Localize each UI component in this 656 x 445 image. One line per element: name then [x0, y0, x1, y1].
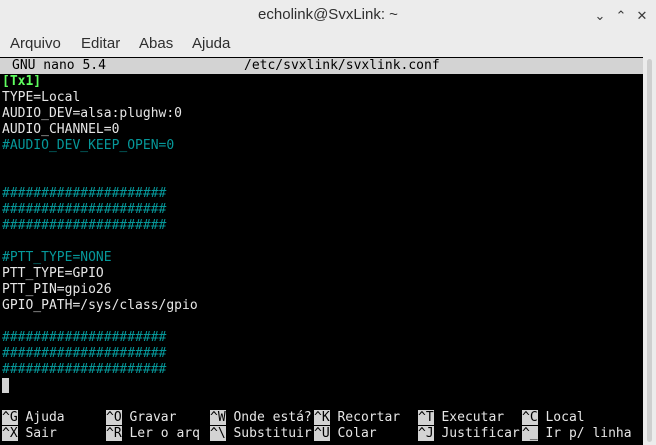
shortcut-key: ^U [314, 426, 330, 441]
title-bar[interactable]: echolink@SvxLink: ~ ⌄ ⌃ ✕ [0, 0, 656, 32]
maximize-icon[interactable]: ⌃ [612, 7, 630, 25]
editor-line[interactable]: ##################### [2, 202, 166, 218]
shortcut-key: ^W [210, 410, 226, 425]
editor-line[interactable]: ##################### [2, 346, 166, 362]
shortcut-key: ^J [418, 426, 434, 441]
shortcut-label: Justificar [441, 426, 520, 441]
menu-ajuda[interactable]: Ajuda [192, 35, 230, 52]
editor-line[interactable]: ##################### [2, 362, 166, 378]
shortcut-key: ^\ [210, 426, 226, 441]
editor-line[interactable]: PTT_TYPE=GPIO [2, 266, 104, 282]
shortcut-label: Sair [25, 426, 57, 441]
shortcut-go-to-line[interactable]: ^_ Ir p/ linha [522, 426, 632, 442]
shortcut-label: Gravar [129, 410, 177, 425]
editor-line[interactable]: GPIO_PATH=/sys/class/gpio [2, 298, 198, 314]
shortcut-cut[interactable]: ^K Recortar [314, 410, 400, 426]
nano-filename: /etc/svxlink/svxlink.conf [244, 58, 440, 73]
shortcut-justify[interactable]: ^J Justificar [418, 426, 520, 442]
editor-line[interactable]: PTT_PIN=gpio26 [2, 282, 112, 298]
editor-line[interactable]: [Tx1] [2, 74, 41, 90]
shortcut-save[interactable]: ^O Gravar [106, 410, 176, 426]
terminal-area[interactable]: GNU nano 5.4 /etc/svxlink/svxlink.conf [… [0, 57, 643, 445]
shortcut-read-file[interactable]: ^R Ler o arq [106, 426, 200, 442]
shortcut-label: Substituir [233, 426, 312, 441]
text-cursor [2, 378, 9, 393]
shortcut-label: Local [545, 410, 585, 425]
editor-line[interactable]: #PTT_TYPE=NONE [2, 250, 112, 266]
shortcut-key: ^_ [522, 426, 538, 441]
nano-header: GNU nano 5.4 /etc/svxlink/svxlink.conf [0, 58, 643, 74]
shortcut-key: ^R [106, 426, 122, 441]
nano-version: GNU nano 5.4 [12, 58, 106, 73]
menu-editar[interactable]: Editar [81, 35, 120, 52]
shortcut-key: ^T [418, 410, 434, 425]
shortcut-execute[interactable]: ^T Executar [418, 410, 504, 426]
minimize-icon[interactable]: ⌄ [591, 7, 609, 25]
editor-line[interactable]: ##################### [2, 330, 166, 346]
shortcut-label: Ler o arq [129, 426, 200, 441]
editor-line[interactable]: AUDIO_CHANNEL=0 [2, 122, 119, 138]
shortcut-label: Executar [441, 410, 505, 425]
shortcut-key: ^K [314, 410, 330, 425]
shortcut-key: ^X [2, 426, 18, 441]
shortcut-label: Ajuda [25, 410, 65, 425]
shortcut-label: Colar [337, 426, 377, 441]
shortcut-label: Onde está? [233, 410, 312, 425]
shortcut-key: ^C [522, 410, 538, 425]
menu-arquivo[interactable]: Arquivo [10, 35, 61, 52]
editor-line[interactable]: #AUDIO_DEV_KEEP_OPEN=0 [2, 138, 174, 154]
terminal-window: echolink@SvxLink: ~ ⌄ ⌃ ✕ Arquivo Editar… [0, 0, 656, 445]
shortcut-label: Ir p/ linha [545, 426, 632, 441]
editor-line[interactable]: ##################### [2, 186, 166, 202]
scrollbar[interactable] [643, 57, 656, 445]
close-icon[interactable]: ✕ [633, 7, 651, 25]
shortcut-key: ^G [2, 410, 18, 425]
shortcut-location[interactable]: ^C Local [522, 410, 585, 426]
shortcut-paste[interactable]: ^U Colar [314, 426, 377, 442]
shortcut-replace[interactable]: ^\ Substituir [210, 426, 312, 442]
shortcut-where-is[interactable]: ^W Onde está? [210, 410, 312, 426]
window-title: echolink@SvxLink: ~ [258, 6, 398, 23]
shortcut-label: Recortar [337, 410, 401, 425]
menu-abas[interactable]: Abas [139, 35, 173, 52]
menu-bar: Arquivo Editar Abas Ajuda [0, 31, 656, 57]
editor-line[interactable]: ##################### [2, 218, 166, 234]
shortcut-help[interactable]: ^G Ajuda [2, 410, 65, 426]
editor-line[interactable]: TYPE=Local [2, 90, 80, 106]
scrollbar-thumb[interactable] [647, 59, 652, 442]
editor-line[interactable]: AUDIO_DEV=alsa:plughw:0 [2, 106, 182, 122]
shortcut-exit[interactable]: ^X Sair [2, 426, 57, 442]
shortcut-key: ^O [106, 410, 122, 425]
